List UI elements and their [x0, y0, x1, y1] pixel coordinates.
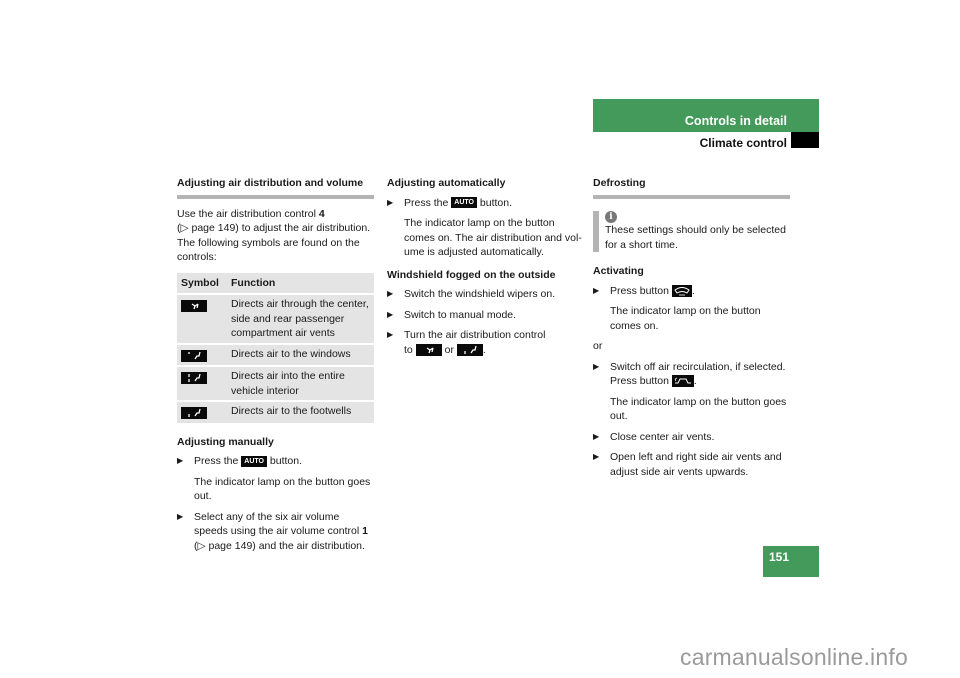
step-text: Switch to manual mode. [404, 308, 517, 321]
note-text: These settings should only be selected f… [605, 224, 786, 251]
note-bar [593, 210, 599, 252]
page-number-box: 151 [763, 546, 819, 577]
table-row: Directs air to the footwells [177, 402, 374, 423]
auto-button-icon: AUTO [451, 197, 477, 209]
list-item: ▶ Switch off air recirculation, if selec… [593, 360, 786, 388]
step-text: Press button [610, 375, 669, 387]
step-result: The indicator lamp on the button comes o… [610, 305, 761, 332]
table-row: Directs air into the entire vehicle inte… [177, 367, 374, 400]
windows-airflow-icon [181, 349, 207, 362]
header-marker-block [791, 132, 819, 148]
step-text: Turn the air distribution control [404, 329, 546, 341]
footwells-airflow-icon [456, 343, 483, 356]
bullet-arrow-icon: ▶ [387, 289, 394, 298]
list-item: ▶ Open left and right side air vents and… [593, 450, 790, 479]
bullet-arrow-icon: ▶ [593, 361, 600, 371]
list-item: ▶ Select any of the six air volume speed… [177, 510, 374, 554]
function-cell: Directs air to the footwells [227, 402, 374, 423]
list-item: ▶ Turn the air distribution control to o… [387, 329, 546, 356]
heading-defrosting: Defrosting [593, 176, 790, 199]
bullet-arrow-icon: ▶ [593, 285, 600, 295]
table-row: Directs air through the center, side and… [177, 295, 374, 343]
page-link[interactable]: (▷ page 149) to adjust the air distribut… [177, 222, 370, 234]
step-text: to [404, 343, 413, 356]
step-text: button. [269, 455, 303, 467]
step-text: Close center air vents. [610, 430, 715, 443]
info-icon: i [605, 210, 617, 223]
bullet-arrow-icon: ▶ [593, 431, 600, 441]
function-cell: Directs air through the center, side and… [227, 295, 374, 343]
symbol-table: Symbol Function Directs air through the … [177, 271, 374, 425]
heading-activating: Activating [593, 265, 644, 277]
heading-adjusting-automatically: Adjusting automatically [387, 177, 506, 189]
list-item: ▶ Press the AUTO button. [387, 196, 584, 211]
step-text: Switch the windshield wipers on. [404, 288, 556, 300]
intro-part: The following symbols are found on the c… [177, 236, 360, 264]
step-text: Select any of the six air volume speeds … [194, 510, 360, 538]
bullet-arrow-icon: ▶ [177, 456, 184, 465]
list-item: ▶ Switch the windshield wipers on. [387, 287, 584, 302]
subsection-title: Climate control [699, 136, 787, 150]
list-item: ▶ Press button . [593, 284, 695, 297]
step-result: The indicator lamp on the button goes ou… [610, 395, 787, 423]
header-function: Function [227, 272, 374, 293]
air-vents-icon [415, 343, 442, 356]
list-item: ▶ Close center air vents. [593, 430, 790, 445]
heading-windshield-fogged: Windshield fogged on the outside [387, 268, 556, 281]
step-text: Open left and right side air vents and a… [610, 451, 782, 478]
page-number: 151 [769, 550, 790, 564]
step-text: Press the [404, 196, 449, 209]
bullet-arrow-icon: ▶ [387, 309, 394, 319]
subsection-header: Climate control [593, 132, 819, 150]
heading-air-distribution: Adjusting air distribution and volume [177, 176, 374, 199]
page-link[interactable]: (▷ page 149) and the air distribution. [194, 540, 365, 552]
air-vents-icon [181, 300, 207, 313]
or-text: or [593, 340, 603, 352]
control-ref: 1 [362, 525, 368, 537]
list-item: ▶ Switch to manual mode. [387, 308, 584, 323]
step-text: or [444, 343, 454, 356]
table-header-row: Symbol Function [177, 272, 374, 293]
control-ref: 4 [318, 207, 325, 220]
info-note: i These settings should only be selected… [593, 209, 790, 252]
section-title: Controls in detail [684, 114, 787, 128]
list-item: ▶ Press the AUTO button. [177, 454, 374, 469]
auto-button-icon: AUTO [241, 455, 267, 467]
function-cell: Directs air into the entire vehicle inte… [227, 367, 374, 400]
step-text: Press button [610, 284, 669, 297]
step-text: button. [479, 196, 513, 209]
step-text: Switch off air recirculation, if selecte… [610, 360, 786, 373]
intro-part: Use the air distribution control [177, 207, 316, 220]
column-1: Adjusting air distribution and volume Us… [177, 176, 374, 559]
intro-text: Use the air distribution control 4 (▷ pa… [177, 207, 374, 265]
column-3: Defrosting i These settings should only … [593, 176, 790, 485]
footwells-airflow-icon [181, 407, 207, 420]
step-text: Press the [194, 455, 239, 467]
heading-adjusting-manually: Adjusting manually [177, 435, 274, 448]
watermark: carmanualsonline.info [680, 644, 908, 670]
bullet-arrow-icon: ▶ [387, 197, 394, 207]
recirculation-button-icon [671, 375, 694, 388]
table-row: Directs air to the windows [177, 344, 374, 365]
step-result: The indicator lamp on the button goes ou… [194, 475, 371, 503]
bullet-arrow-icon: ▶ [593, 452, 600, 461]
column-2: Adjusting automatically ▶ Press the AUTO… [387, 176, 584, 363]
function-cell: Directs air to the windows [227, 344, 374, 365]
bullet-arrow-icon: ▶ [387, 330, 394, 339]
step-result: The indicator lamp on the button comes o… [404, 217, 582, 258]
defrost-button-icon [671, 284, 692, 297]
section-header: Controls in detail [593, 99, 819, 132]
entire-interior-airflow-icon [181, 372, 207, 385]
header-symbol: Symbol [177, 272, 227, 293]
bullet-arrow-icon: ▶ [177, 511, 184, 521]
